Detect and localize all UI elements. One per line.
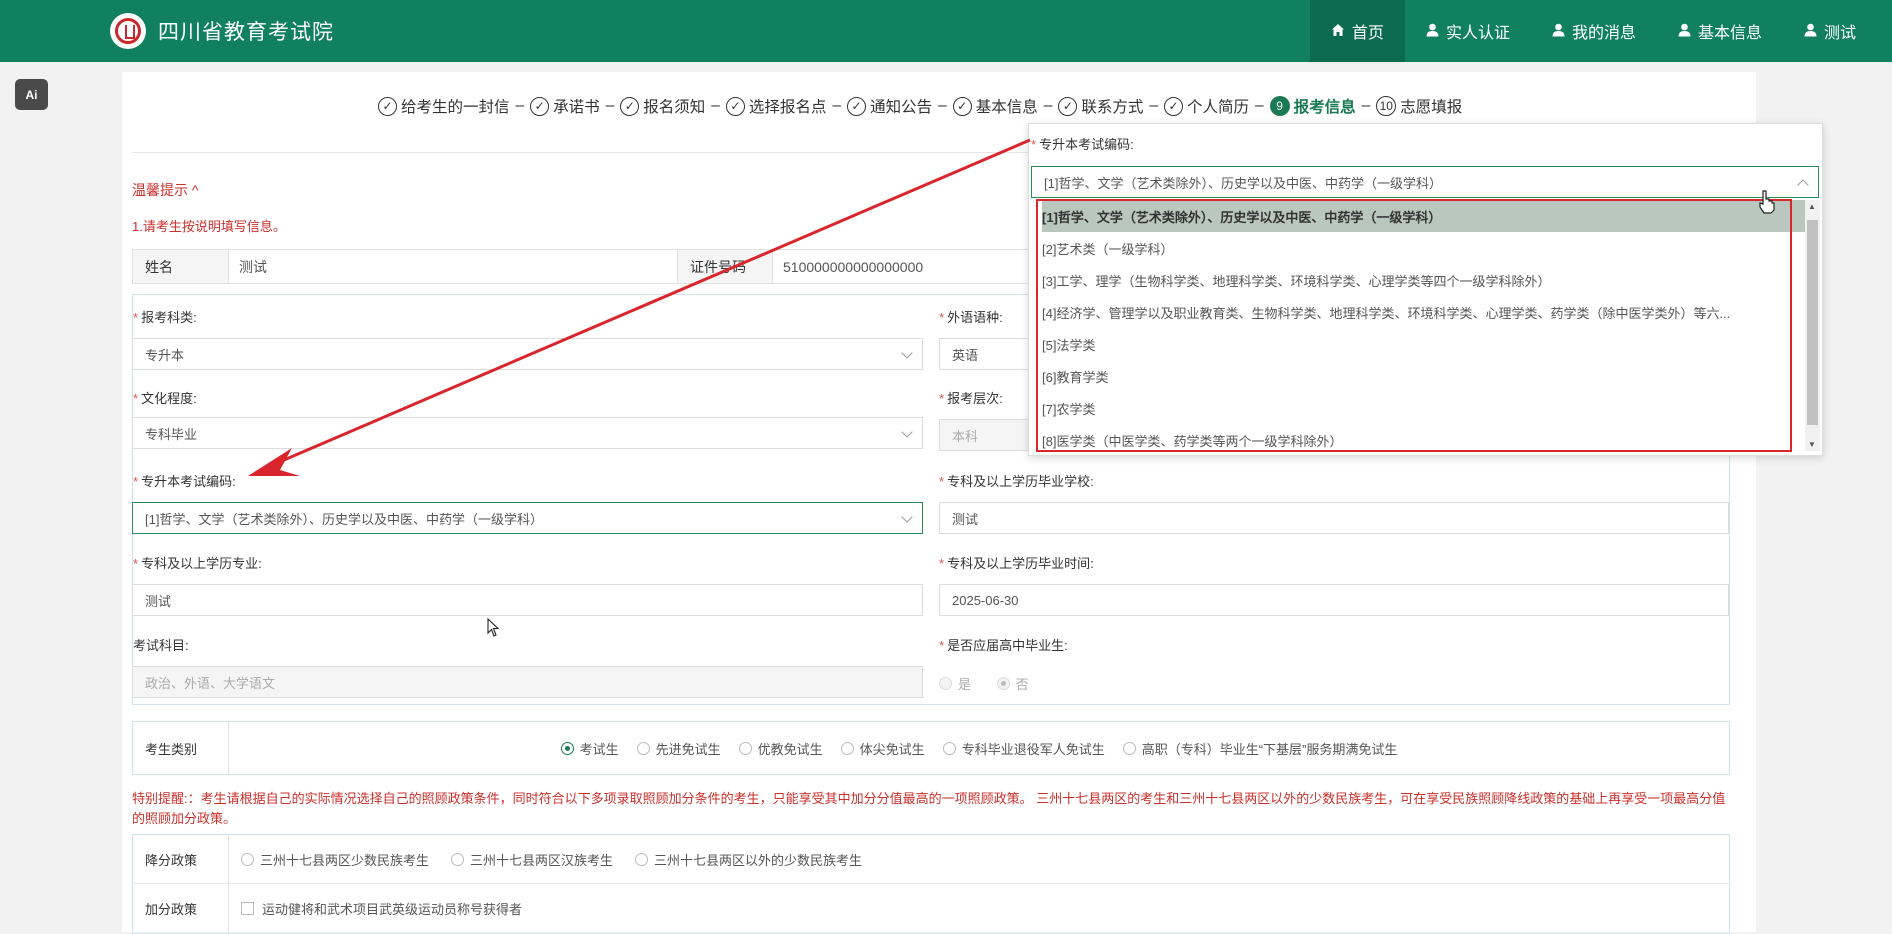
arrow-cursor-icon xyxy=(487,618,500,637)
annotation-arrow xyxy=(248,138,1031,476)
hand-cursor-icon xyxy=(1759,190,1775,214)
